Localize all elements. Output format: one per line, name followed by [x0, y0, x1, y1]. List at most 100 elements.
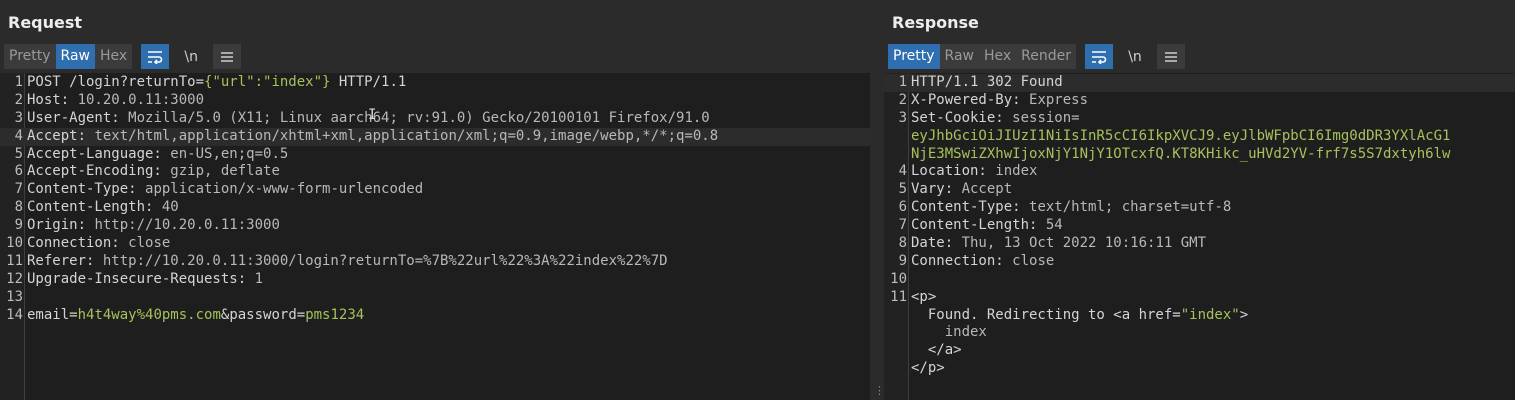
- line-number: 1: [898, 74, 907, 90]
- response-toolbar: Pretty Raw Hex Render \n: [888, 44, 1186, 69]
- line-code: Vary: Accept: [911, 181, 1012, 199]
- line-code: Connection: close: [911, 253, 1054, 271]
- response-title: Response: [892, 13, 979, 32]
- line-code: eyJhbGciOiJIUzI1NiIsInR5cCI6IkpXVCJ9.eyJ…: [911, 128, 1450, 146]
- line-code: HTTP/1.1 302 Found: [911, 74, 1063, 92]
- code-token: password: [229, 306, 297, 323]
- code-line[interactable]: 1 POST /login?returnTo={"url":"index"} HT…: [0, 74, 870, 92]
- code-token: User-Agent:: [27, 109, 129, 126]
- code-line[interactable]: 8 Date: Thu, 13 Oct 2022 10:16:11 GMT: [884, 235, 1515, 253]
- menu-icon[interactable]: [1157, 44, 1186, 69]
- line-number: 3: [898, 109, 907, 126]
- code-line[interactable]: 7 Content-Type: application/x-www-form-ur…: [0, 181, 870, 199]
- code-line[interactable]: 1 HTTP/1.1 302 Found: [884, 74, 1515, 92]
- response-editor[interactable]: 1 HTTP/1.1 302 Found 2 X-Powered-By: Expres…: [884, 73, 1515, 400]
- code-line[interactable]: 4 Location: index: [884, 163, 1515, 181]
- line-number: 1: [14, 74, 23, 90]
- code-token: Found. Redirecting to <a href=: [911, 306, 1181, 323]
- line-number: 14: [6, 306, 23, 323]
- code-token: Location:: [911, 163, 996, 180]
- line-code: Accept: text/html,application/xhtml+xml,…: [27, 128, 718, 146]
- line-number: 13: [6, 288, 23, 305]
- code-line[interactable]: 4 Accept: text/html,application/xhtml+xml…: [0, 127, 870, 146]
- code-line[interactable]: eyJhbGciOiJIUzI1NiIsInR5cCI6IkpXVCJ9.eyJ…: [884, 128, 1515, 146]
- code-token: eyJhbGciOiJIUzI1NiIsInR5cCI6IkpXVCJ9.eyJ…: [911, 127, 1451, 144]
- code-token: Content-Type:: [911, 199, 1030, 216]
- code-line[interactable]: 3 User-Agent: Mozilla/5.0 (X11; Linux aar…: [0, 110, 870, 128]
- code-token: Mozilla/5.0 (X11; Linux aarch64; rv:91.0…: [128, 109, 710, 126]
- code-line[interactable]: NjE3MSwiZXhwIjoxNjY1NjY1OTcxfQ.KT8KHikc_…: [884, 146, 1515, 164]
- line-code: Accept-Language: en-US,en;q=0.5: [27, 146, 288, 164]
- response-tab-pretty[interactable]: Pretty: [888, 44, 940, 69]
- code-token: NjE3MSwiZXhwIjoxNjY1NjY1OTcxfQ.KT8KHikc_…: [911, 145, 1451, 162]
- code-token: 40: [161, 199, 179, 216]
- code-token: http://10.20.0.11:3000/login?returnTo=%7…: [102, 252, 668, 269]
- code-line[interactable]: 3 Set-Cookie: session=: [884, 110, 1515, 128]
- code-line[interactable]: 6 Content-Type: text/html; charset=utf-8: [884, 199, 1515, 217]
- code-line[interactable]: 5 Accept-Language: en-US,en;q=0.5: [0, 146, 870, 164]
- code-line[interactable]: 14 email=h4t4way%40pms.com&password=pms12…: [0, 307, 870, 325]
- code-line[interactable]: index: [884, 324, 1515, 342]
- code-token: Set-Cookie:: [911, 109, 1013, 126]
- code-token: =: [296, 306, 306, 323]
- code-line[interactable]: </a>: [884, 342, 1515, 360]
- response-tab-raw[interactable]: Raw: [939, 44, 979, 69]
- line-number: 11: [890, 288, 907, 305]
- code-token: Content-Length:: [911, 217, 1046, 234]
- request-tab-raw[interactable]: Raw: [55, 44, 95, 69]
- line-number: 9: [14, 217, 23, 234]
- code-token: Connection:: [911, 252, 1013, 269]
- text-cursor-icon: I: [368, 107, 377, 123]
- line-number: 6: [14, 163, 23, 180]
- code-line[interactable]: 11 <p>: [884, 289, 1515, 307]
- response-pane: Response Pretty Raw Hex Render \n 1 HTTP/…: [884, 0, 1515, 400]
- request-tab-hex[interactable]: Hex: [94, 44, 133, 69]
- code-line[interactable]: Found. Redirecting to <a href="index">: [884, 307, 1515, 325]
- line-code: Found. Redirecting to <a href="index">: [911, 307, 1248, 325]
- code-line[interactable]: 13: [0, 289, 870, 307]
- menu-icon[interactable]: [213, 44, 242, 69]
- newline-icon[interactable]: \n: [1121, 44, 1149, 69]
- newline-icon[interactable]: \n: [177, 44, 205, 69]
- code-token: POST /login?returnTo=: [27, 74, 205, 90]
- line-code: Connection: close: [27, 235, 170, 253]
- request-editor[interactable]: 1 POST /login?returnTo={"url":"index"} HT…: [0, 73, 870, 400]
- code-line[interactable]: 12 Upgrade-Insecure-Requests: 1: [0, 271, 870, 289]
- code-token: text/html; charset=utf-8: [1029, 199, 1232, 216]
- pane-divider[interactable]: ⋮: [870, 0, 885, 400]
- code-line[interactable]: 7 Content-Length: 54: [884, 217, 1515, 235]
- code-line[interactable]: </p>: [884, 360, 1515, 378]
- code-line[interactable]: 5 Vary: Accept: [884, 181, 1515, 199]
- request-toolbar: Pretty Raw Hex \n: [4, 44, 242, 69]
- response-tab-hex[interactable]: Hex: [978, 44, 1017, 69]
- code-token: Origin:: [27, 217, 95, 234]
- code-line[interactable]: 9 Origin: http://10.20.0.11:3000: [0, 217, 870, 235]
- line-number: 10: [890, 270, 907, 287]
- code-line[interactable]: 11 Referer: http://10.20.0.11:3000/login?…: [0, 253, 870, 271]
- line-code: index: [911, 324, 987, 342]
- code-line[interactable]: 2 X-Powered-By: Express: [884, 92, 1515, 110]
- code-line[interactable]: 9 Connection: close: [884, 253, 1515, 271]
- line-number: 8: [14, 199, 23, 216]
- line-number: 6: [898, 199, 907, 216]
- line-code: Content-Type: text/html; charset=utf-8: [911, 199, 1231, 217]
- response-tab-render[interactable]: Render: [1016, 44, 1077, 69]
- code-line[interactable]: 10 Connection: close: [0, 235, 870, 253]
- code-line[interactable]: 10: [884, 271, 1515, 289]
- wrap-icon[interactable]: [1085, 44, 1114, 69]
- code-token: application/x-www-form-urlencoded: [145, 181, 424, 198]
- line-number: 2: [898, 91, 907, 108]
- code-line[interactable]: 8 Content-Length: 40: [0, 199, 870, 217]
- request-tab-pretty[interactable]: Pretty: [4, 44, 56, 69]
- code-token: Thu, 13 Oct 2022 10:16:11 GMT: [961, 235, 1207, 252]
- code-token: X-Powered-By:: [911, 91, 1030, 108]
- line-code: Content-Length: 40: [27, 199, 179, 217]
- code-token: Vary:: [911, 181, 962, 198]
- wrap-icon[interactable]: [141, 44, 170, 69]
- code-line[interactable]: 6 Accept-Encoding: gzip, deflate: [0, 163, 870, 181]
- line-code: Content-Length: 54: [911, 217, 1063, 235]
- code-token: <p>: [911, 288, 937, 305]
- code-token: 1: [254, 270, 264, 287]
- code-line[interactable]: 2 Host: 10.20.0.11:3000: [0, 92, 870, 110]
- code-token: Host:: [27, 91, 78, 108]
